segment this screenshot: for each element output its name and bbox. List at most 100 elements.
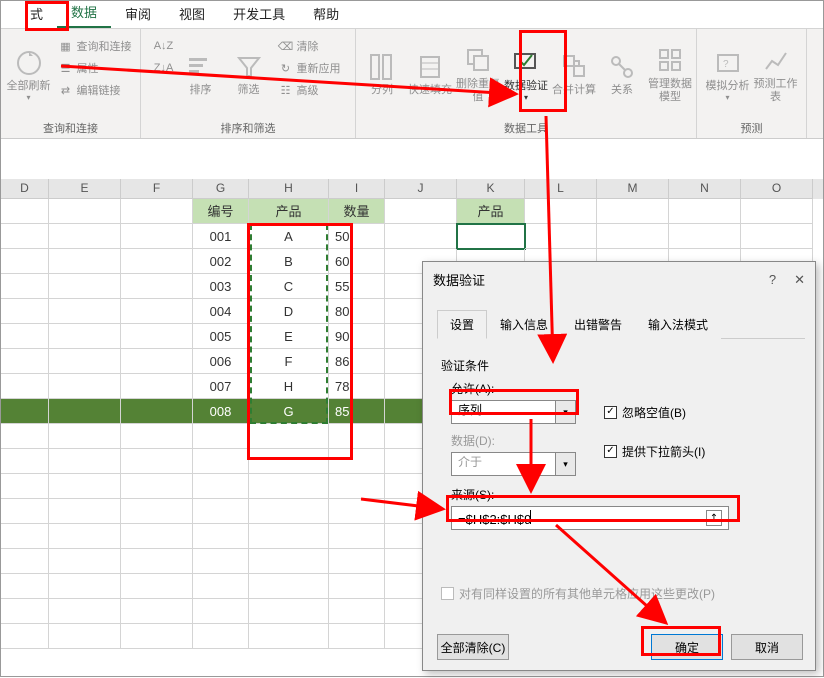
ok-button[interactable]: 确定 bbox=[651, 634, 723, 660]
col-D[interactable]: D bbox=[1, 179, 49, 199]
tab-review[interactable]: 审阅 bbox=[111, 0, 165, 28]
cell-qty[interactable]: 50 bbox=[329, 224, 385, 249]
clear-button[interactable]: ⌫清除 bbox=[275, 36, 344, 56]
cell[interactable] bbox=[1, 374, 49, 399]
data-model[interactable]: 管理数据模型 bbox=[648, 32, 692, 112]
cell[interactable] bbox=[329, 574, 385, 599]
cell-id[interactable]: 006 bbox=[193, 349, 249, 374]
cell[interactable] bbox=[121, 374, 193, 399]
cell[interactable] bbox=[121, 624, 193, 649]
cell-id[interactable]: 004 bbox=[193, 299, 249, 324]
cell[interactable] bbox=[121, 424, 193, 449]
sort-asc[interactable]: A↓Z bbox=[153, 36, 175, 56]
col-J[interactable]: J bbox=[385, 179, 457, 199]
cell[interactable] bbox=[329, 424, 385, 449]
active-cell[interactable] bbox=[457, 224, 525, 249]
col-I[interactable]: I bbox=[329, 179, 385, 199]
clear-all-button[interactable]: 全部清除(C) bbox=[437, 634, 509, 660]
cell[interactable] bbox=[121, 499, 193, 524]
remove-dup[interactable]: 删除重复值 bbox=[456, 32, 500, 112]
tab-input-msg[interactable]: 输入信息 bbox=[487, 310, 561, 339]
cell[interactable] bbox=[121, 349, 193, 374]
cell[interactable] bbox=[1, 249, 49, 274]
cell-prod[interactable]: G bbox=[249, 399, 329, 424]
cell[interactable] bbox=[329, 549, 385, 574]
cell[interactable] bbox=[249, 424, 329, 449]
cell[interactable] bbox=[49, 624, 121, 649]
allow-dropdown-icon[interactable]: ▾ bbox=[556, 400, 576, 424]
cell[interactable] bbox=[329, 599, 385, 624]
cell[interactable] bbox=[193, 624, 249, 649]
col-H[interactable]: H bbox=[249, 179, 329, 199]
cell[interactable] bbox=[49, 599, 121, 624]
cell[interactable] bbox=[193, 424, 249, 449]
cell[interactable] bbox=[385, 224, 457, 249]
dialog-close[interactable]: ✕ bbox=[794, 272, 805, 288]
tab-error-alert[interactable]: 出错警告 bbox=[561, 310, 635, 339]
cell[interactable] bbox=[249, 599, 329, 624]
tab-ime[interactable]: 输入法模式 bbox=[635, 310, 721, 339]
tab-devtools[interactable]: 开发工具 bbox=[219, 0, 299, 28]
tab-view[interactable]: 视图 bbox=[165, 0, 219, 28]
cell[interactable] bbox=[1, 274, 49, 299]
cell[interactable] bbox=[121, 324, 193, 349]
cell[interactable] bbox=[193, 599, 249, 624]
ignore-blank-checkbox[interactable]: ✓ 忽略空值(B) bbox=[604, 404, 686, 421]
cell[interactable] bbox=[329, 499, 385, 524]
header-prod[interactable]: 产品 bbox=[249, 199, 329, 224]
cell[interactable] bbox=[741, 224, 813, 249]
cell[interactable] bbox=[193, 549, 249, 574]
col-O[interactable]: O bbox=[741, 179, 813, 199]
cell[interactable] bbox=[1, 224, 49, 249]
sort-button[interactable]: 排序 bbox=[179, 32, 223, 112]
cell[interactable] bbox=[49, 299, 121, 324]
consolidate[interactable]: 合并计算 bbox=[552, 32, 596, 112]
cell[interactable] bbox=[193, 449, 249, 474]
cell[interactable] bbox=[525, 224, 597, 249]
cell-qty[interactable]: 55 bbox=[329, 274, 385, 299]
cell[interactable] bbox=[249, 449, 329, 474]
cell-prod[interactable]: D bbox=[249, 299, 329, 324]
cell[interactable] bbox=[249, 574, 329, 599]
tab-settings[interactable]: 设置 bbox=[437, 310, 487, 339]
col-K[interactable]: K bbox=[457, 179, 525, 199]
cell[interactable] bbox=[1, 399, 49, 424]
cancel-button[interactable]: 取消 bbox=[731, 634, 803, 660]
cell[interactable] bbox=[49, 524, 121, 549]
cell-id[interactable]: 001 bbox=[193, 224, 249, 249]
cell[interactable] bbox=[49, 349, 121, 374]
col-N[interactable]: N bbox=[669, 179, 741, 199]
advanced-button[interactable]: ☷高级 bbox=[275, 80, 344, 100]
text-to-columns[interactable]: 分列 bbox=[360, 32, 404, 112]
dropdown-checkbox[interactable]: ✓ 提供下拉箭头(I) bbox=[604, 443, 705, 460]
relations[interactable]: 关系 bbox=[600, 32, 644, 112]
cell[interactable] bbox=[249, 624, 329, 649]
cell[interactable] bbox=[49, 249, 121, 274]
properties-button[interactable]: ☰ 属性 bbox=[55, 58, 135, 78]
flash-fill[interactable]: 快速填充 bbox=[408, 32, 452, 112]
dialog-help[interactable]: ? bbox=[769, 272, 776, 288]
cell[interactable] bbox=[49, 574, 121, 599]
refresh-all-button[interactable]: 全部刷新 ▾ bbox=[7, 32, 51, 112]
cell[interactable] bbox=[1, 474, 49, 499]
cell-prod[interactable]: H bbox=[249, 374, 329, 399]
cell[interactable] bbox=[193, 524, 249, 549]
cell[interactable] bbox=[49, 424, 121, 449]
header-id[interactable]: 编号 bbox=[193, 199, 249, 224]
cell-prod[interactable]: F bbox=[249, 349, 329, 374]
cell-qty[interactable]: 80 bbox=[329, 299, 385, 324]
cell[interactable] bbox=[121, 524, 193, 549]
col-F[interactable]: F bbox=[121, 179, 193, 199]
cell-qty[interactable]: 85 bbox=[329, 399, 385, 424]
cell[interactable] bbox=[329, 624, 385, 649]
cell-qty[interactable]: 90 bbox=[329, 324, 385, 349]
forecast[interactable]: 预测工作表 bbox=[754, 32, 798, 112]
cell-prod[interactable]: E bbox=[249, 324, 329, 349]
cell[interactable] bbox=[49, 449, 121, 474]
cell[interactable] bbox=[1, 549, 49, 574]
cell[interactable] bbox=[121, 449, 193, 474]
cell-qty[interactable]: 78 bbox=[329, 374, 385, 399]
cell-prod[interactable]: C bbox=[249, 274, 329, 299]
col-L[interactable]: L bbox=[525, 179, 597, 199]
filter-button[interactable]: 筛选 bbox=[227, 32, 271, 112]
